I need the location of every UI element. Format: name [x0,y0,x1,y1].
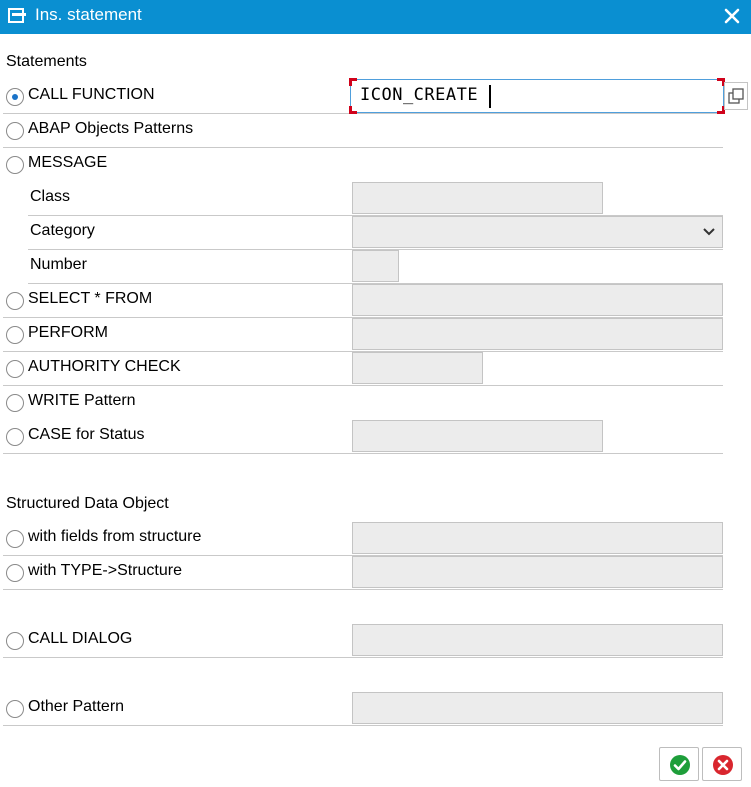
dialog-title: Ins. statement [35,5,142,24]
abap-objects-radio[interactable] [6,122,24,140]
message-label: MESSAGE [28,154,108,171]
select-from-radio[interactable] [6,292,24,310]
case-status-radio[interactable] [6,428,24,446]
with-type-input[interactable] [352,556,723,588]
structured-heading: Structured Data Object [6,495,169,512]
case-status-input[interactable] [352,420,603,452]
perform-label: PERFORM [28,324,108,341]
other-pattern-input[interactable] [352,692,723,724]
with-fields-radio[interactable] [6,530,24,548]
call-dialog-label: CALL DIALOG [28,630,133,647]
call-function-radio[interactable] [6,88,24,106]
abap-objects-label: ABAP Objects Patterns [28,120,194,137]
call-dialog-input[interactable] [352,624,723,656]
with-type-radio[interactable] [6,564,24,582]
call-function-label: CALL FUNCTION [28,86,155,103]
other-pattern-radio[interactable] [6,700,24,718]
authority-check-radio[interactable] [6,360,24,378]
write-pattern-radio[interactable] [6,394,24,412]
value-help-icon [728,88,744,104]
focus-corner [349,106,357,114]
call-dialog-radio[interactable] [6,632,24,650]
checkmark-icon [670,755,690,775]
chevron-down-icon [703,228,715,236]
call-function-input[interactable]: ICON_CREATE [349,78,725,114]
dialog-title-bar: Ins. statement [0,0,751,34]
with-fields-label: with fields from structure [28,528,202,545]
close-icon[interactable] [722,6,742,26]
text-caret [489,85,491,108]
statement-icon [8,7,28,25]
other-pattern-label: Other Pattern [28,698,125,715]
with-type-label: with TYPE->Structure [28,562,182,579]
row-abap-objects: ABAP Objects Patterns [3,114,723,148]
call-function-value: ICON_CREATE [360,85,479,105]
cancel-icon [713,755,733,775]
with-fields-input[interactable] [352,522,723,554]
authority-check-input[interactable] [352,352,483,384]
statements-heading: Statements [6,53,87,70]
case-status-label: CASE for Status [28,426,145,443]
message-radio[interactable] [6,156,24,174]
row-write-pattern: WRITE Pattern [3,386,723,420]
category-select[interactable] [352,216,723,248]
select-from-label: SELECT * FROM [28,290,153,307]
select-from-input[interactable] [352,284,723,316]
number-input[interactable] [352,250,399,282]
write-pattern-label: WRITE Pattern [28,392,136,409]
perform-input[interactable] [352,318,723,350]
number-label: Number [30,256,87,273]
value-help-button[interactable] [724,82,748,110]
authority-check-label: AUTHORITY CHECK [28,358,181,375]
ok-button[interactable] [659,747,699,781]
focus-corner [349,78,357,86]
category-label: Category [30,222,95,239]
class-input[interactable] [352,182,603,214]
cancel-button[interactable] [702,747,742,781]
row-message: MESSAGE [3,148,723,182]
class-label: Class [30,188,71,205]
perform-radio[interactable] [6,326,24,344]
